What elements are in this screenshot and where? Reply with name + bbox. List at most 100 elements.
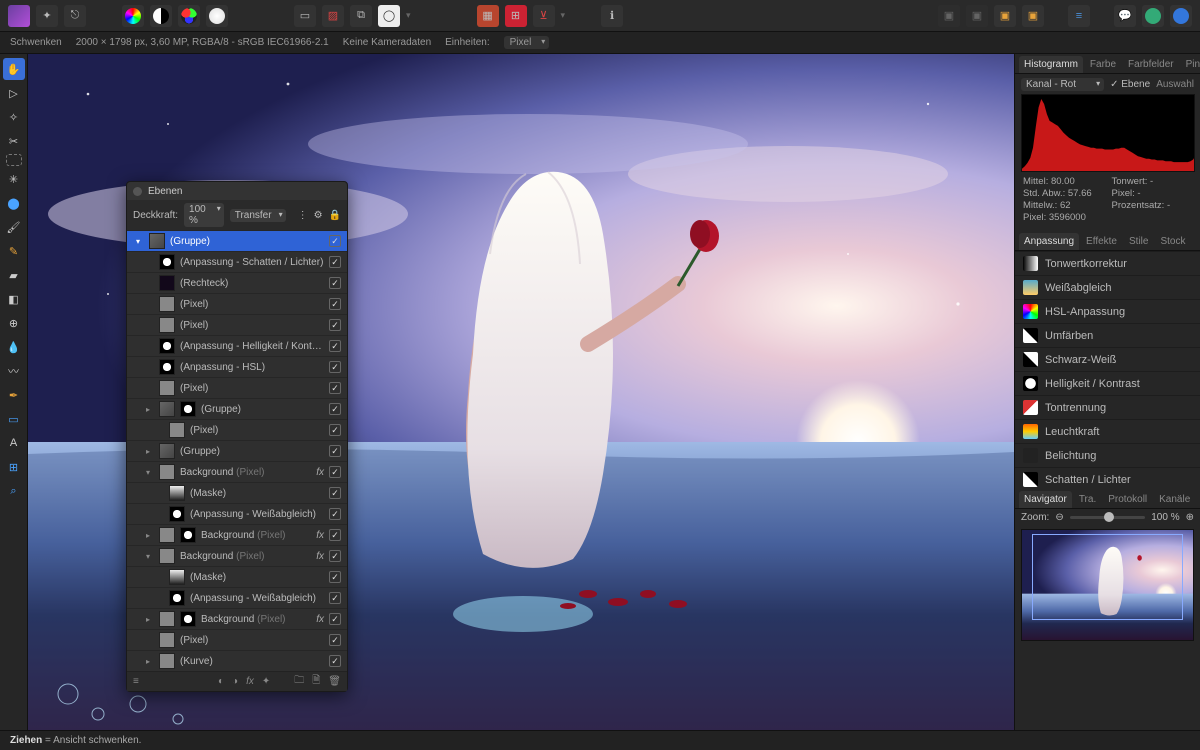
layers-panel-titlebar[interactable]: Ebenen <box>127 182 347 200</box>
snapping-icon[interactable]: ⊞ <box>505 5 527 27</box>
auswahl-label[interactable]: Auswahl <box>1156 79 1194 90</box>
layer-visibility-checkbox[interactable]: ✓ <box>329 256 341 268</box>
adjustment-item[interactable]: Weißabgleich <box>1015 275 1200 299</box>
node-tool[interactable]: ✧ <box>3 106 25 128</box>
adjustment-item[interactable]: Schatten / Lichter <box>1015 467 1200 489</box>
layer-visibility-checkbox[interactable]: ✓ <box>329 277 341 289</box>
pen-tool[interactable]: ✒ <box>3 384 25 406</box>
layer-row[interactable]: (Anpassung - HSL)✓ <box>127 356 347 377</box>
layer-visibility-checkbox[interactable]: ✓ <box>329 466 341 478</box>
layer-row[interactable]: (Pixel)✓ <box>127 293 347 314</box>
disclosure-arrow-icon[interactable]: ▸ <box>146 657 154 666</box>
layer-row[interactable]: (Maske)✓ <box>127 566 347 587</box>
paint-brush-tool[interactable]: 🖌 <box>3 216 25 238</box>
crop-tool[interactable]: ✂ <box>3 130 25 152</box>
layer-row[interactable]: ▾(Gruppe)✓ <box>127 230 347 251</box>
layer-row[interactable]: ▾Background (Pixel)fx✓ <box>127 461 347 482</box>
personas-liquify-icon[interactable]: ✦ <box>36 5 58 27</box>
dodge-tool[interactable]: 💧 <box>3 336 25 358</box>
clone-tool[interactable]: ⊕ <box>3 312 25 334</box>
layer-row[interactable]: (Anpassung - Schatten / Lichter)✓ <box>127 251 347 272</box>
layer-row[interactable]: ▸(Gruppe)✓ <box>127 440 347 461</box>
arrange-forward-icon[interactable]: ▣ <box>994 5 1016 27</box>
arrange-backward-icon[interactable]: ▣ <box>966 5 988 27</box>
layer-row[interactable]: ▸Background (Pixel)fx✓ <box>127 524 347 545</box>
help-icon[interactable] <box>1142 5 1164 27</box>
navigator-viewport-box[interactable] <box>1032 534 1182 620</box>
layer-row[interactable]: (Anpassung - Weißabgleich)✓ <box>127 503 347 524</box>
adjustment-item[interactable]: Helligkeit / Kontrast <box>1015 371 1200 395</box>
layer-visibility-checkbox[interactable]: ✓ <box>329 424 341 436</box>
prefs-icon[interactable] <box>1170 5 1192 27</box>
softproof-icon[interactable] <box>206 5 228 27</box>
move-tool[interactable]: ▷ <box>3 82 25 104</box>
layer-row[interactable]: (Rechteck)✓ <box>127 272 347 293</box>
color-picker-tool[interactable]: ⌕ <box>3 480 25 502</box>
layer-visibility-checkbox[interactable]: ✓ <box>329 529 341 541</box>
layer-row[interactable]: (Pixel)✓ <box>127 419 347 440</box>
tab-navigator[interactable]: Navigator <box>1019 491 1072 508</box>
panel-menu-icon[interactable]: ⋮ <box>298 210 308 221</box>
selection-brush-tool[interactable]: ⬤ <box>3 192 25 214</box>
tab-stock[interactable]: Stock <box>1155 233 1190 250</box>
layer-visibility-checkbox[interactable]: ✓ <box>329 508 341 520</box>
layer-row[interactable]: ▸Background (Pixel)fx✓ <box>127 608 347 629</box>
layer-visibility-checkbox[interactable]: ✓ <box>329 634 341 646</box>
tab-anpassung[interactable]: Anpassung <box>1019 233 1079 250</box>
disclosure-arrow-icon[interactable]: ▸ <box>146 405 154 414</box>
disclosure-arrow-icon[interactable]: ▾ <box>146 468 154 477</box>
align-left-icon[interactable]: ≡ <box>1068 5 1090 27</box>
zoom-slider[interactable] <box>1070 516 1146 519</box>
layer-visibility-checkbox[interactable]: ✓ <box>329 361 341 373</box>
quickmask-icon[interactable]: ◯ <box>378 5 400 27</box>
layer-visibility-checkbox[interactable]: ✓ <box>329 655 341 667</box>
layer-visibility-checkbox[interactable]: ✓ <box>329 445 341 457</box>
flood-select-tool[interactable]: ✳ <box>3 168 25 190</box>
layer-visibility-checkbox[interactable]: ✓ <box>329 487 341 499</box>
refine-selection-icon[interactable]: ⧉ <box>350 5 372 27</box>
layer-row[interactable]: (Pixel)✓ <box>127 377 347 398</box>
adjustment-item[interactable]: HSL-Anpassung <box>1015 299 1200 323</box>
layer-row[interactable]: ▸(Gruppe)✓ <box>127 398 347 419</box>
tab-tra.[interactable]: Tra. <box>1074 491 1101 508</box>
units-select[interactable]: Pixel <box>504 36 550 49</box>
selection-invert-icon[interactable]: ▨ <box>322 5 344 27</box>
disclosure-arrow-icon[interactable]: ▾ <box>136 237 144 246</box>
layer-stack-icon[interactable]: ≡ <box>133 676 139 687</box>
adjustment-item[interactable]: Tontrennung <box>1015 395 1200 419</box>
arrange-back-icon[interactable]: ▣ <box>938 5 960 27</box>
smudge-tool[interactable]: 〰 <box>3 360 25 382</box>
ebene-checkbox[interactable]: ✓ Ebene <box>1110 79 1150 90</box>
layer-visibility-checkbox[interactable]: ✓ <box>329 550 341 562</box>
mixer-brush-tool[interactable]: ✎ <box>3 240 25 262</box>
disclosure-arrow-icon[interactable]: ▾ <box>146 552 154 561</box>
layer-visibility-checkbox[interactable]: ✓ <box>329 298 341 310</box>
layer-row[interactable]: (Anpassung - Weißabgleich)✓ <box>127 587 347 608</box>
crop-overlay-icon[interactable]: ▦ <box>477 5 499 27</box>
layer-row[interactable]: (Anpassung - Helligkeit / Kontrast)✓ <box>127 335 347 356</box>
layer-row[interactable]: ▸(Kurve)✓ <box>127 650 347 671</box>
navigator-preview[interactable] <box>1021 529 1194 641</box>
layer-row[interactable]: (Pixel)✓ <box>127 629 347 650</box>
layer-row[interactable]: ▾Background (Pixel)fx✓ <box>127 545 347 566</box>
tab-farbfelder[interactable]: Farbfelder <box>1123 56 1179 73</box>
fx-icon[interactable]: fx <box>246 676 254 687</box>
layers-panel[interactable]: Ebenen Deckkraft: 100 % Transfer ⋮ ⚙ 🔒 ▾… <box>126 181 348 692</box>
canvas[interactable]: Ebenen Deckkraft: 100 % Transfer ⋮ ⚙ 🔒 ▾… <box>28 54 1014 730</box>
shape-tool[interactable]: ▭ <box>3 408 25 430</box>
disclosure-arrow-icon[interactable]: ▸ <box>146 531 154 540</box>
panel-close-icon[interactable] <box>133 187 142 196</box>
mask-icon[interactable]: ◐ <box>218 676 224 687</box>
adjustment-item[interactable]: Belichtung <box>1015 443 1200 467</box>
tab-kanäle[interactable]: Kanäle <box>1154 491 1195 508</box>
assistant-icon[interactable]: ℹ <box>601 5 623 27</box>
text-tool[interactable]: A <box>3 432 25 454</box>
delete-layer-icon[interactable]: 🗑 <box>328 676 341 687</box>
layer-row[interactable]: (Maske)✓ <box>127 482 347 503</box>
tab-histogramm[interactable]: Histogramm <box>1019 56 1083 73</box>
view-hand-tool[interactable]: ✋ <box>3 58 25 80</box>
layer-row[interactable]: (Pixel)✓ <box>127 314 347 335</box>
tab-protokoll[interactable]: Protokoll <box>1103 491 1152 508</box>
selection-marquee-icon[interactable]: ▭ <box>294 5 316 27</box>
marquee-tool[interactable] <box>6 154 22 166</box>
